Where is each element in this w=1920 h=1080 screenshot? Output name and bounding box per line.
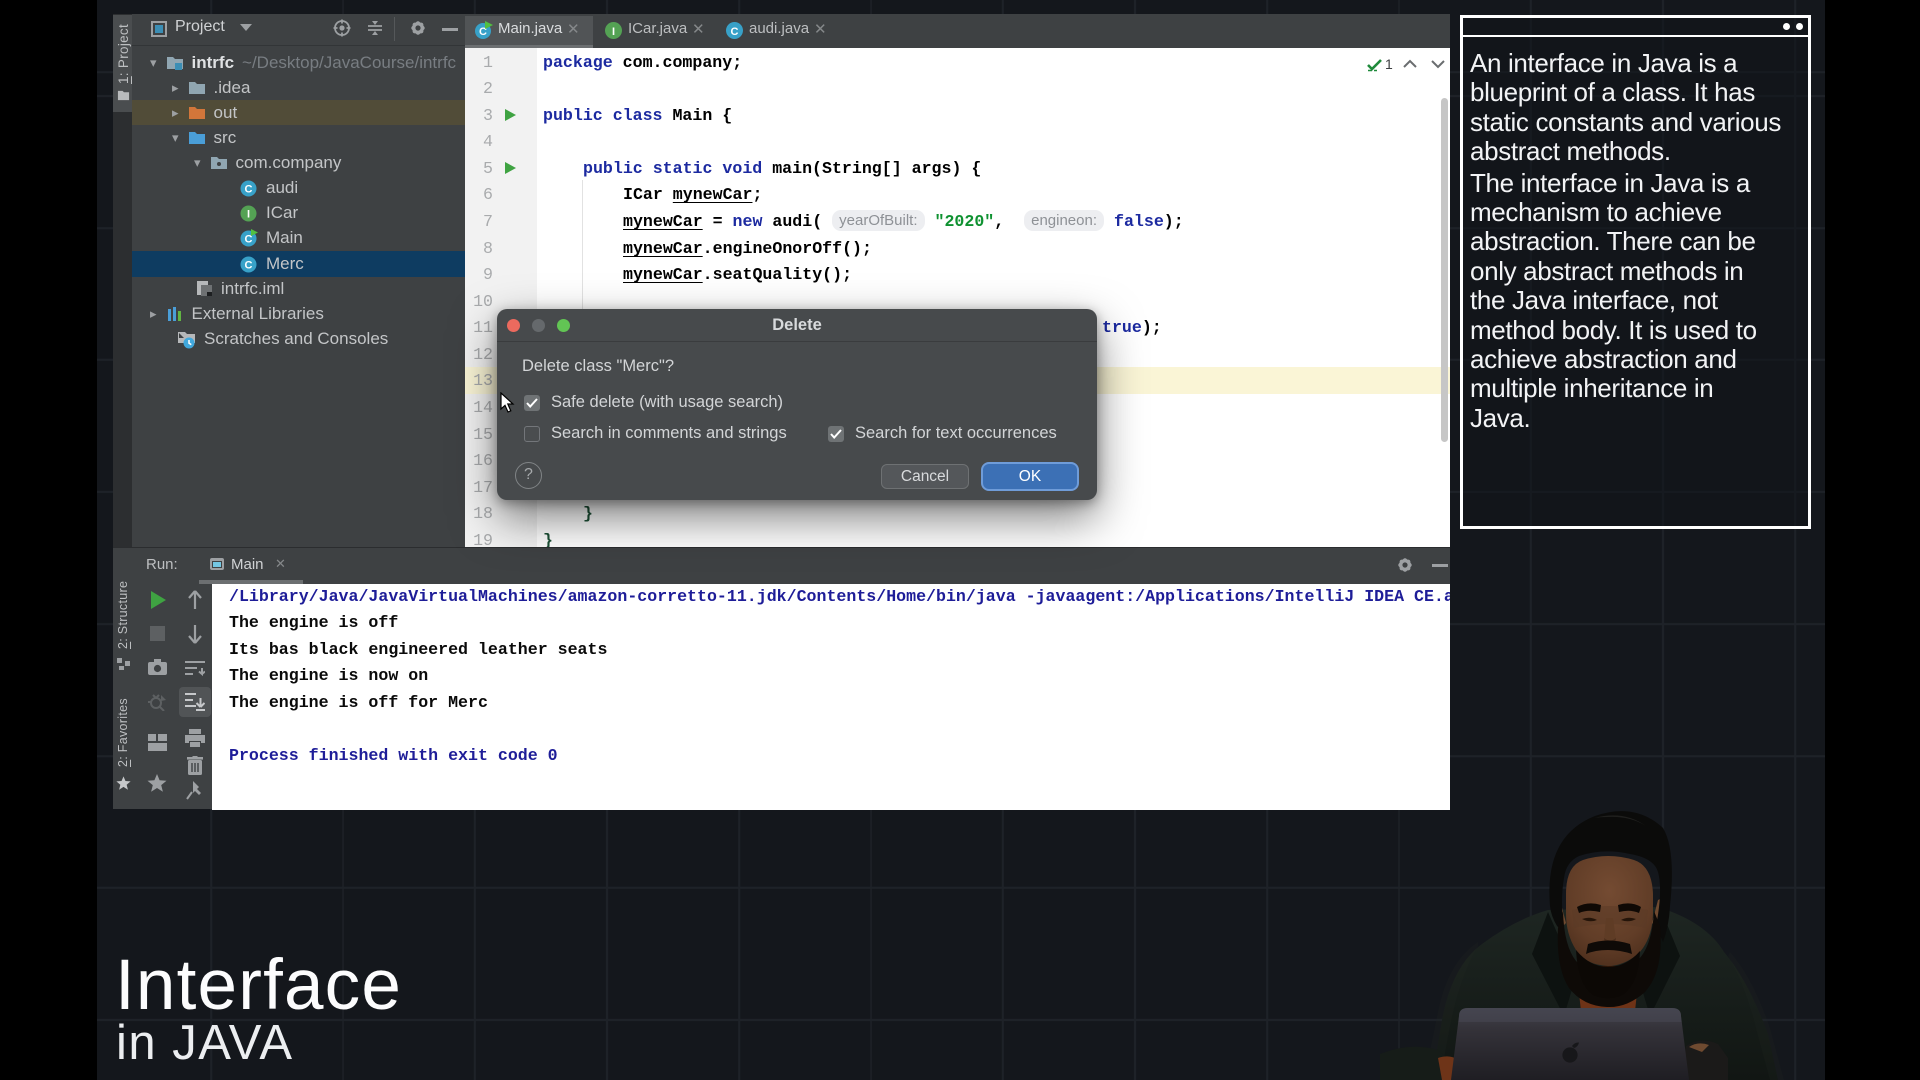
svg-text:C: C — [245, 183, 253, 195]
svg-text:C: C — [731, 26, 739, 38]
svg-text:I: I — [612, 26, 615, 38]
svg-text:C: C — [245, 259, 253, 271]
svg-text:I: I — [247, 208, 250, 220]
